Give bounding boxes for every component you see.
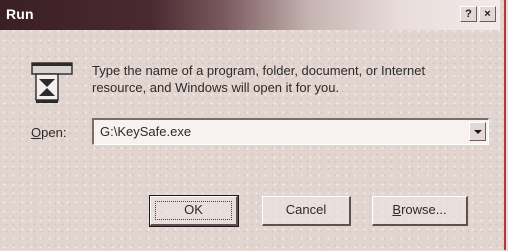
- browse-button[interactable]: Browse...: [372, 196, 468, 226]
- help-button[interactable]: ?: [460, 6, 477, 22]
- chevron-down-icon[interactable]: [469, 122, 486, 141]
- open-label-accelerator: O: [31, 125, 42, 140]
- window-title: Run: [6, 6, 34, 22]
- help-icon: ?: [465, 8, 472, 20]
- browse-button-accelerator: B: [392, 202, 402, 217]
- open-combobox[interactable]: G:\KeySafe.exe: [92, 118, 489, 145]
- open-label-text: pen:: [41, 125, 67, 140]
- ok-button[interactable]: OK: [149, 195, 239, 227]
- close-icon: ×: [484, 8, 491, 20]
- cancel-button[interactable]: Cancel: [262, 196, 351, 226]
- open-label: Open:: [31, 125, 66, 140]
- cancel-button-label: Cancel: [285, 202, 327, 217]
- run-dialog: Run ? × Type the name of a program, fold…: [0, 0, 506, 250]
- title-bar[interactable]: Run ? ×: [0, 0, 500, 30]
- close-button[interactable]: ×: [479, 6, 496, 22]
- open-input[interactable]: G:\KeySafe.exe: [100, 124, 191, 139]
- run-icon: [31, 62, 73, 103]
- browse-button-label: rowse...: [401, 202, 447, 217]
- description-text: Type the name of a program, folder, docu…: [92, 63, 426, 95]
- focus-rectangle: [155, 201, 232, 220]
